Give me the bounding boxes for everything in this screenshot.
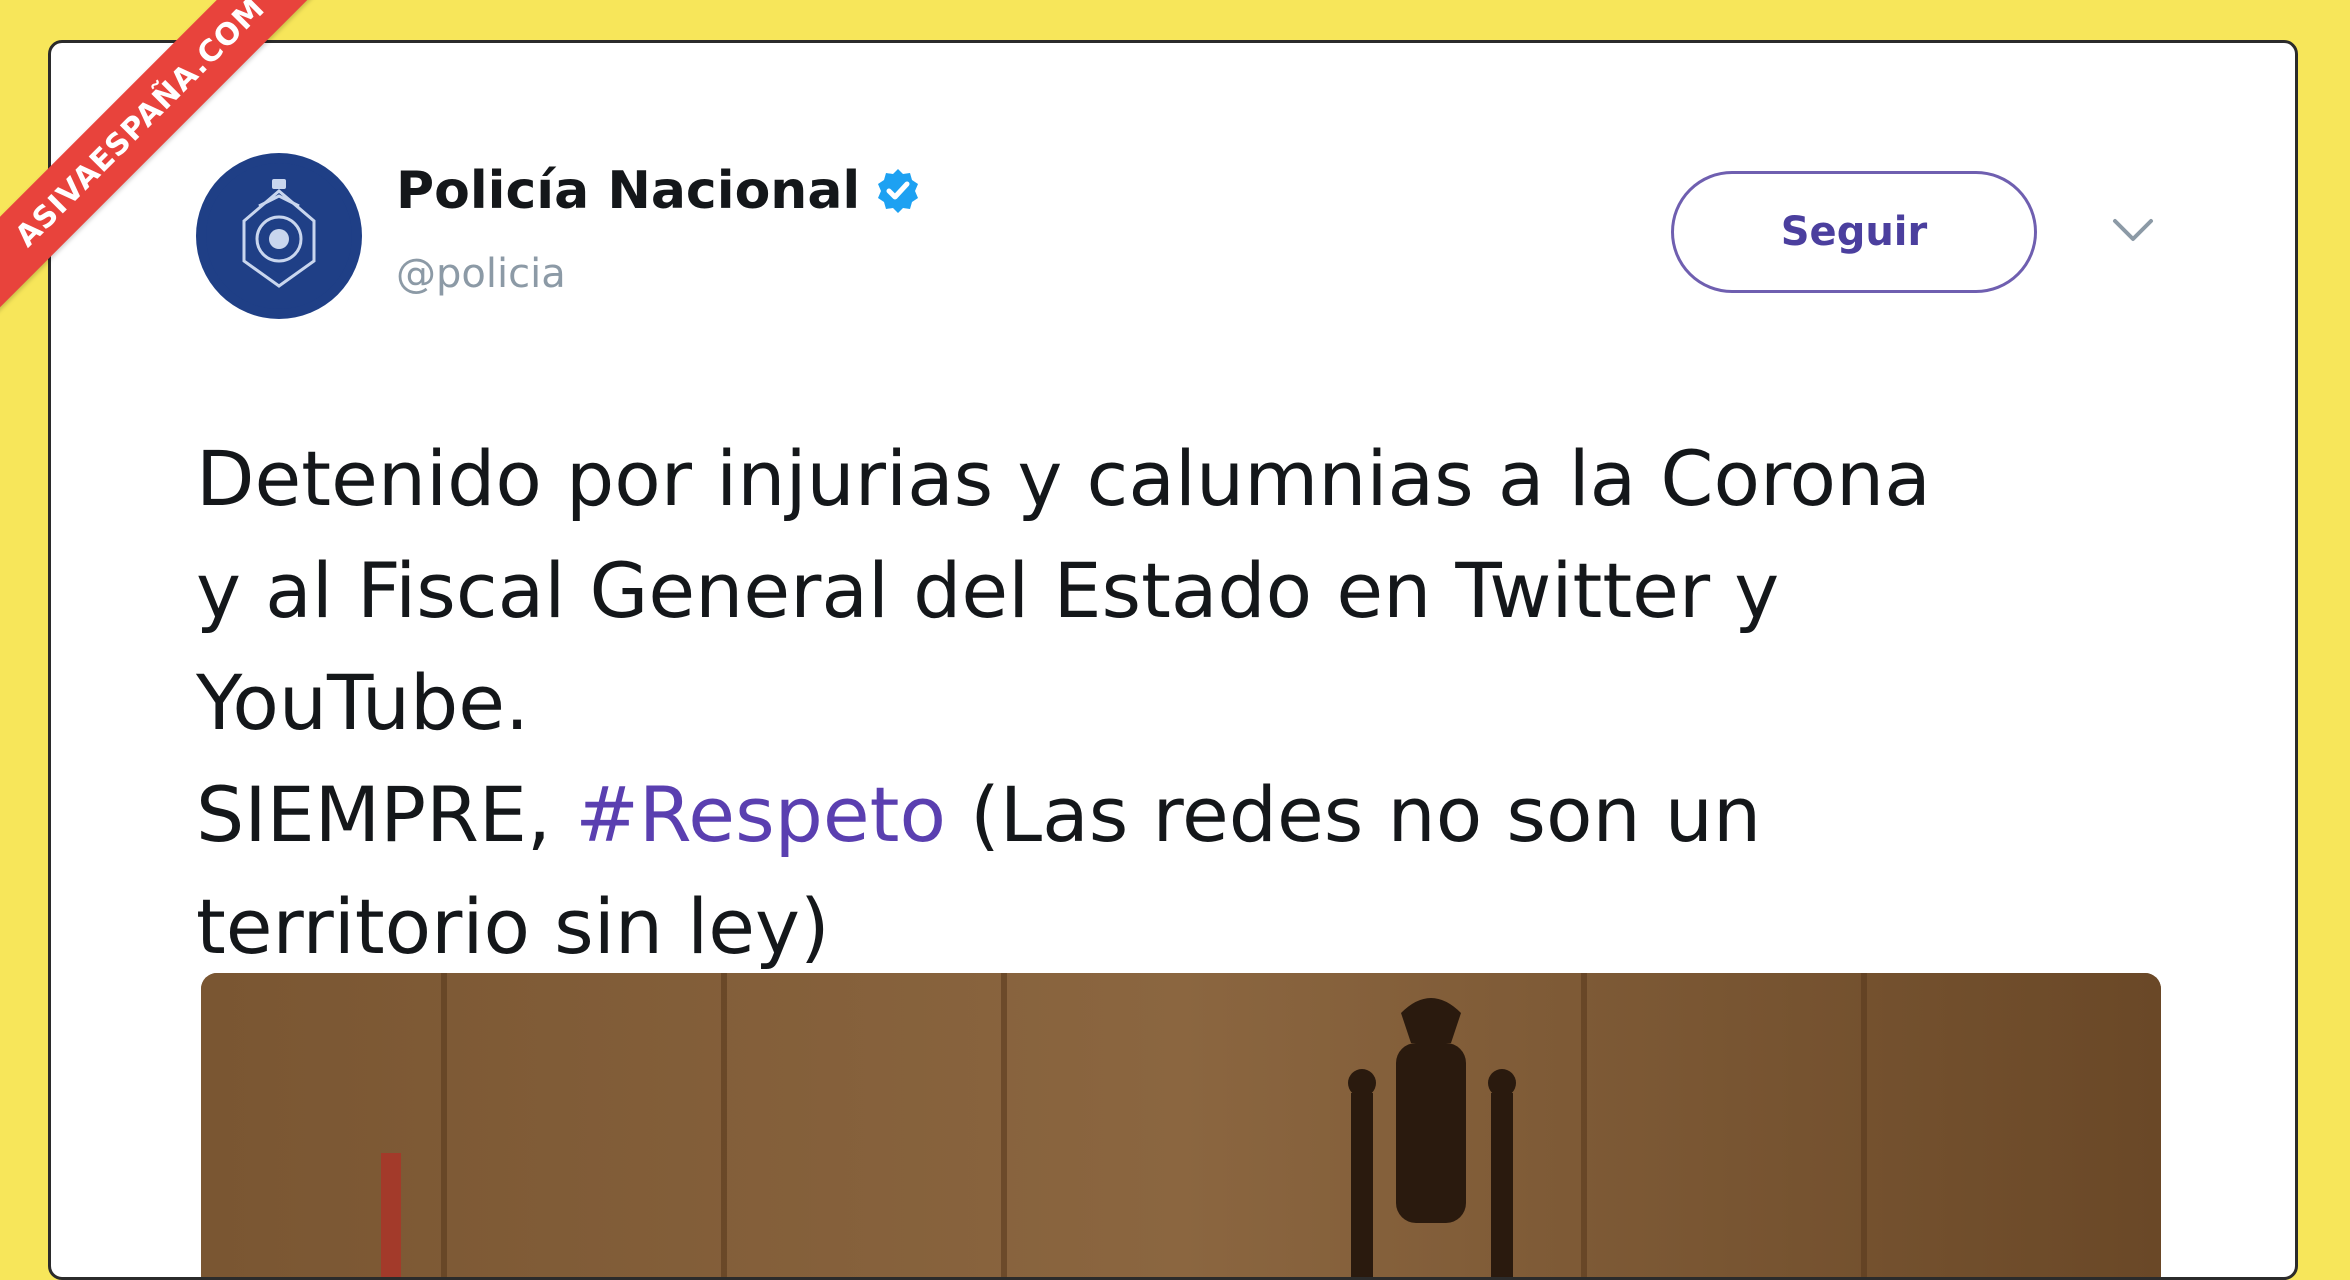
verified-badge-icon xyxy=(878,169,919,213)
author-name-row: Policía Nacional xyxy=(396,161,922,221)
tweet-line-4: SIEMPRE, #Respeto (Las redes no son un xyxy=(196,759,2256,871)
tweet-menu[interactable] xyxy=(2111,211,2155,251)
tweet-line-3: YouTube. xyxy=(196,658,530,747)
tweet-card: Policía Nacional @policia Seguir Detenid… xyxy=(48,40,2298,1280)
tweet-line-1: Detenido por injurias y calumnias a la C… xyxy=(196,434,1931,523)
tweet-line-5: territorio sin ley) xyxy=(196,882,830,971)
follow-button[interactable]: Seguir xyxy=(1671,171,2037,293)
author-name[interactable]: Policía Nacional xyxy=(396,161,860,221)
police-badge-icon xyxy=(206,163,352,309)
tweet-line-4-suffix: (Las redes no son un xyxy=(945,770,1762,859)
author-handle[interactable]: @policia xyxy=(396,251,566,297)
coat-of-arms-photo xyxy=(201,973,2161,1277)
tweet-media-image[interactable] xyxy=(201,973,2161,1277)
author-avatar[interactable] xyxy=(196,153,362,319)
chevron-down-icon xyxy=(2113,219,2153,241)
tweet-text: Detenido por injurias y calumnias a la C… xyxy=(196,423,2256,983)
hashtag-link[interactable]: #Respeto xyxy=(575,770,946,859)
tweet-line-2: y al Fiscal General del Estado en Twitte… xyxy=(196,546,1780,635)
tweet-line-4-prefix: SIEMPRE, xyxy=(196,770,576,859)
